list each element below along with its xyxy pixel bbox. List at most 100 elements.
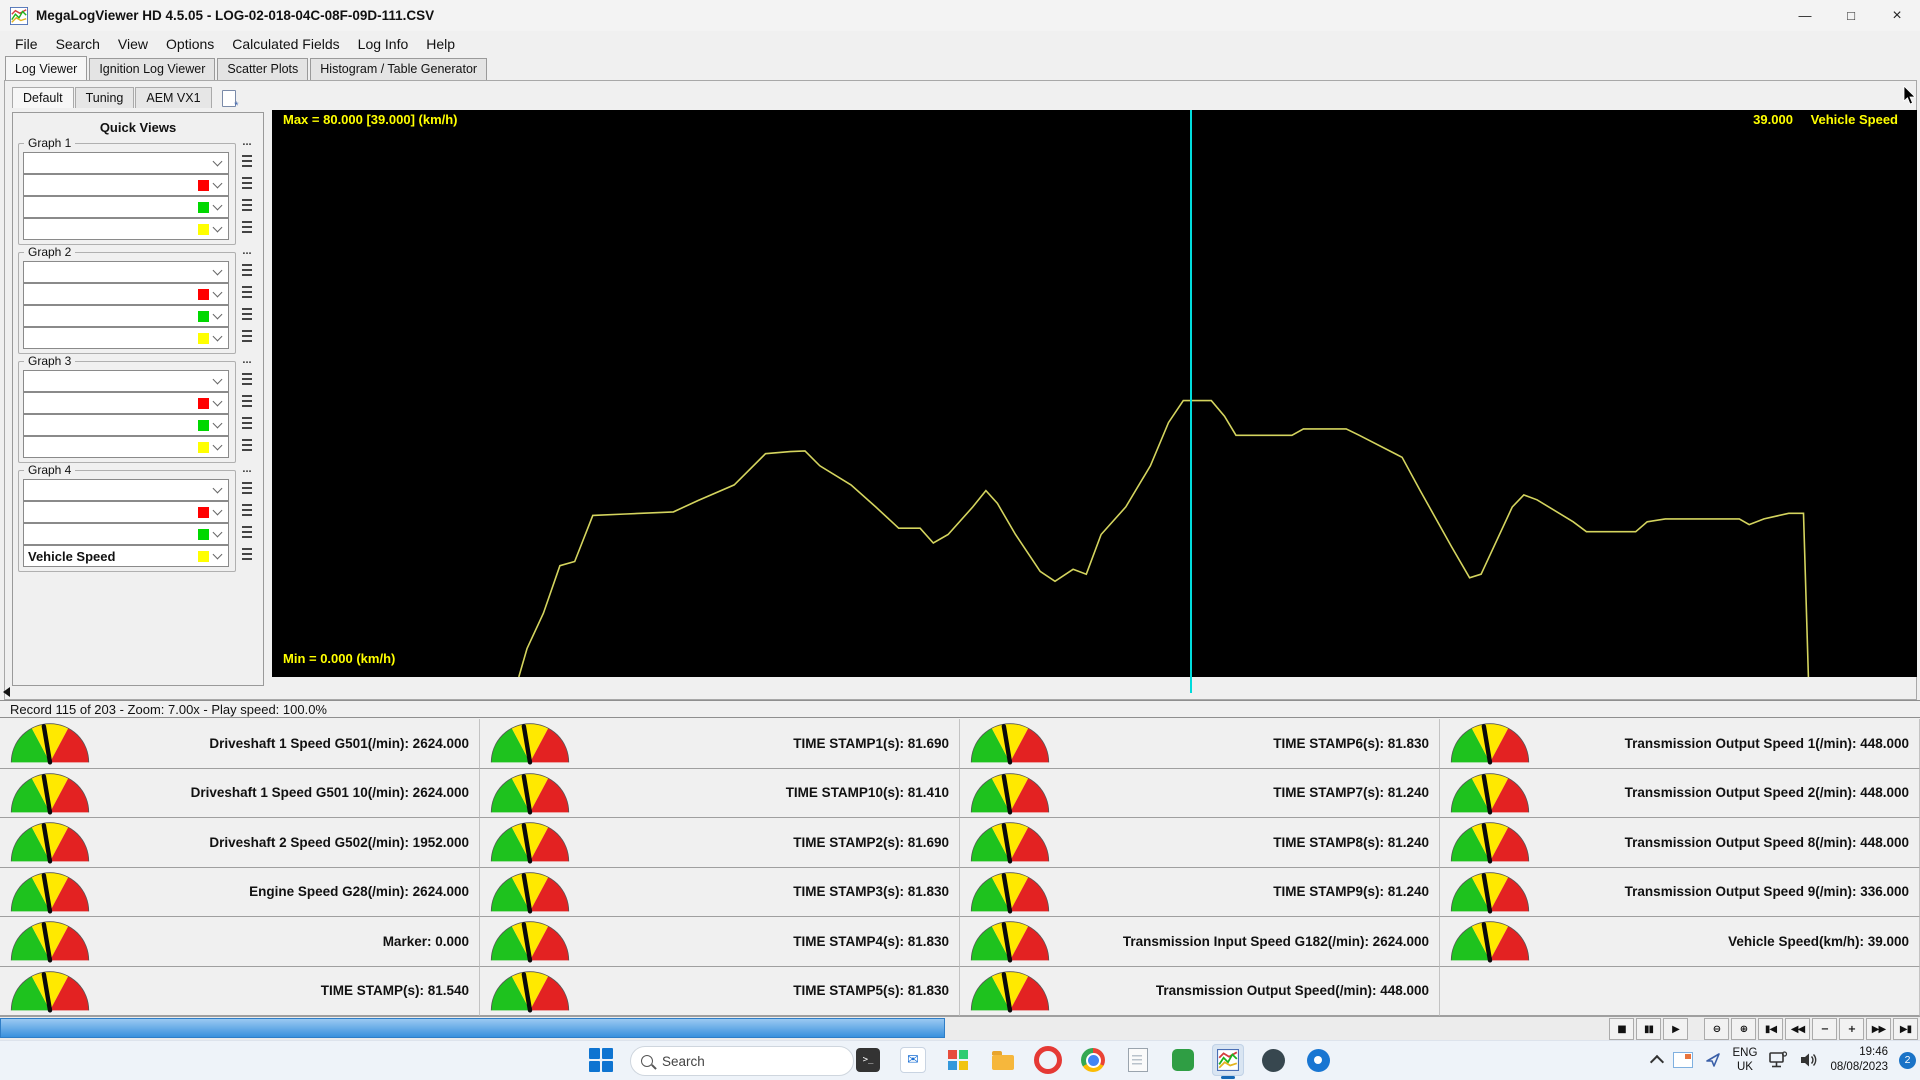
- volume-icon[interactable]: [1799, 1051, 1819, 1069]
- group-menu-button[interactable]: ...: [239, 357, 255, 370]
- search-icon: [641, 1055, 653, 1067]
- slower-button[interactable]: −: [1812, 1018, 1837, 1040]
- menu-log-info[interactable]: Log Info: [349, 33, 418, 55]
- series-options-button[interactable]: [239, 328, 254, 344]
- menu-help[interactable]: Help: [417, 33, 464, 55]
- tab-ignition-log-viewer[interactable]: Ignition Log Viewer: [89, 58, 215, 80]
- view-tab-default[interactable]: Default: [12, 87, 74, 108]
- language-indicator[interactable]: ENG UK: [1733, 1046, 1758, 1075]
- rewind-button[interactable]: ◀◀: [1785, 1018, 1810, 1040]
- taskbar-icon-green-app[interactable]: [1167, 1044, 1199, 1076]
- faster-button[interactable]: +: [1839, 1018, 1864, 1040]
- series-select-1-4[interactable]: [23, 218, 229, 240]
- chevron-down-icon: [213, 288, 223, 298]
- menu-calculated-fields[interactable]: Calculated Fields: [223, 33, 348, 55]
- series-select-2-2[interactable]: [23, 283, 229, 305]
- group-menu-button[interactable]: ...: [239, 248, 255, 261]
- skip-to-start-button[interactable]: ▮◀: [1758, 1018, 1783, 1040]
- taskbar-search[interactable]: Search: [630, 1046, 854, 1076]
- tab-log-viewer[interactable]: Log Viewer: [5, 56, 87, 80]
- close-button[interactable]: ×: [1874, 0, 1920, 31]
- taskbar-icon-notepad[interactable]: [1122, 1044, 1154, 1076]
- stop-button[interactable]: ■: [1609, 1018, 1634, 1040]
- series-select-3-1[interactable]: [23, 370, 229, 392]
- series-select-4-4[interactable]: Vehicle Speed: [23, 545, 229, 567]
- series-select-2-1[interactable]: [23, 261, 229, 283]
- notification-badge[interactable]: 2: [1899, 1052, 1916, 1069]
- taskbar-icon-chrome[interactable]: [1077, 1044, 1109, 1076]
- taskbar-icon-opera[interactable]: [1032, 1044, 1064, 1076]
- taskbar-icon-megalogviewer[interactable]: [1212, 1044, 1244, 1076]
- series-options-button[interactable]: [239, 284, 254, 300]
- gauge-cell: TIME STAMP1(s): 81.690: [480, 719, 960, 769]
- series-options-button[interactable]: [239, 393, 254, 409]
- gauge-icon: [966, 869, 1054, 915]
- series-options-button[interactable]: [239, 219, 254, 235]
- series-select-4-1[interactable]: [23, 479, 229, 501]
- taskbar-icon-store[interactable]: [942, 1044, 974, 1076]
- series-options-button[interactable]: [239, 415, 254, 431]
- taskbar-icon-mail[interactable]: ✉: [897, 1044, 929, 1076]
- series-options-button[interactable]: [239, 175, 254, 191]
- view-tab-tuning[interactable]: Tuning: [75, 87, 135, 108]
- series-select-1-2[interactable]: [23, 174, 229, 196]
- zoom-in-button[interactable]: ⊕: [1731, 1018, 1756, 1040]
- series-options-button[interactable]: [239, 197, 254, 213]
- series-select-3-3[interactable]: [23, 414, 229, 436]
- fast-forward-button[interactable]: ▶▶: [1866, 1018, 1891, 1040]
- menu-view[interactable]: View: [109, 33, 157, 55]
- minimize-button[interactable]: —: [1782, 0, 1828, 31]
- log-chart[interactable]: [272, 110, 1917, 677]
- splitter-arrows-icon[interactable]: [3, 686, 10, 698]
- gauge-cell: Transmission Output Speed(/min): 448.000: [960, 967, 1440, 1017]
- series-options-button[interactable]: [239, 306, 254, 322]
- start-button[interactable]: [588, 1047, 614, 1078]
- series-options-button[interactable]: [239, 524, 254, 540]
- gauge-label: Transmission Input Speed G182(/min): 262…: [1054, 934, 1439, 949]
- tab-histogram-table-generator[interactable]: Histogram / Table Generator: [310, 58, 487, 80]
- menu-search[interactable]: Search: [47, 33, 109, 55]
- group-menu-button[interactable]: ...: [239, 139, 255, 152]
- series-select-3-2[interactable]: [23, 392, 229, 414]
- maximize-button[interactable]: □: [1828, 0, 1874, 31]
- series-select-4-3[interactable]: [23, 523, 229, 545]
- gauge-label: TIME STAMP4(s): 81.830: [574, 934, 959, 949]
- view-tab-aem-vx1[interactable]: AEM VX1: [135, 87, 211, 108]
- color-swatch: [198, 289, 209, 300]
- series-select-1-1[interactable]: [23, 152, 229, 174]
- series-options-button[interactable]: [239, 546, 254, 562]
- taskbar-icon-blue-app[interactable]: [1302, 1044, 1334, 1076]
- taskbar-icon-dark-app[interactable]: [1257, 1044, 1289, 1076]
- pause-button[interactable]: ▮▮: [1636, 1018, 1661, 1040]
- taskbar-icon-terminal[interactable]: >_: [852, 1044, 884, 1076]
- group-menu-button[interactable]: ...: [239, 466, 255, 479]
- series-select-3-4[interactable]: [23, 436, 229, 458]
- tray-app-icon[interactable]: [1673, 1052, 1693, 1068]
- series-select-2-3[interactable]: [23, 305, 229, 327]
- new-view-button[interactable]: [219, 88, 239, 108]
- gauge-icon: [966, 968, 1054, 1014]
- series-options-button[interactable]: [239, 153, 254, 169]
- tab-scatter-plots[interactable]: Scatter Plots: [217, 58, 308, 80]
- taskbar-icon-file-explorer[interactable]: [987, 1044, 1019, 1076]
- play-button[interactable]: ▶: [1663, 1018, 1688, 1040]
- gauge-label: Transmission Output Speed 8(/min): 448.0…: [1534, 835, 1919, 850]
- series-select-4-2[interactable]: [23, 501, 229, 523]
- menu-options[interactable]: Options: [157, 33, 223, 55]
- series-select-1-3[interactable]: [23, 196, 229, 218]
- series-options-button[interactable]: [239, 262, 254, 278]
- scrollbar-thumb[interactable]: [0, 1018, 945, 1038]
- menu-file[interactable]: File: [6, 33, 47, 55]
- series-options-button[interactable]: [239, 480, 254, 496]
- series-options-button[interactable]: [239, 502, 254, 518]
- clock[interactable]: 19:46 08/08/2023: [1830, 1045, 1888, 1075]
- zoom-out-button[interactable]: ⊖: [1704, 1018, 1729, 1040]
- series-select-2-4[interactable]: [23, 327, 229, 349]
- network-icon[interactable]: [1768, 1051, 1788, 1069]
- gauge-label: TIME STAMP6(s): 81.830: [1054, 736, 1439, 751]
- tray-arrow-icon[interactable]: [1704, 1051, 1722, 1069]
- series-options-button[interactable]: [239, 437, 254, 453]
- series-options-button[interactable]: [239, 371, 254, 387]
- skip-to-end-button[interactable]: ▶▮: [1893, 1018, 1918, 1040]
- tray-expand-icon[interactable]: [1649, 1055, 1663, 1069]
